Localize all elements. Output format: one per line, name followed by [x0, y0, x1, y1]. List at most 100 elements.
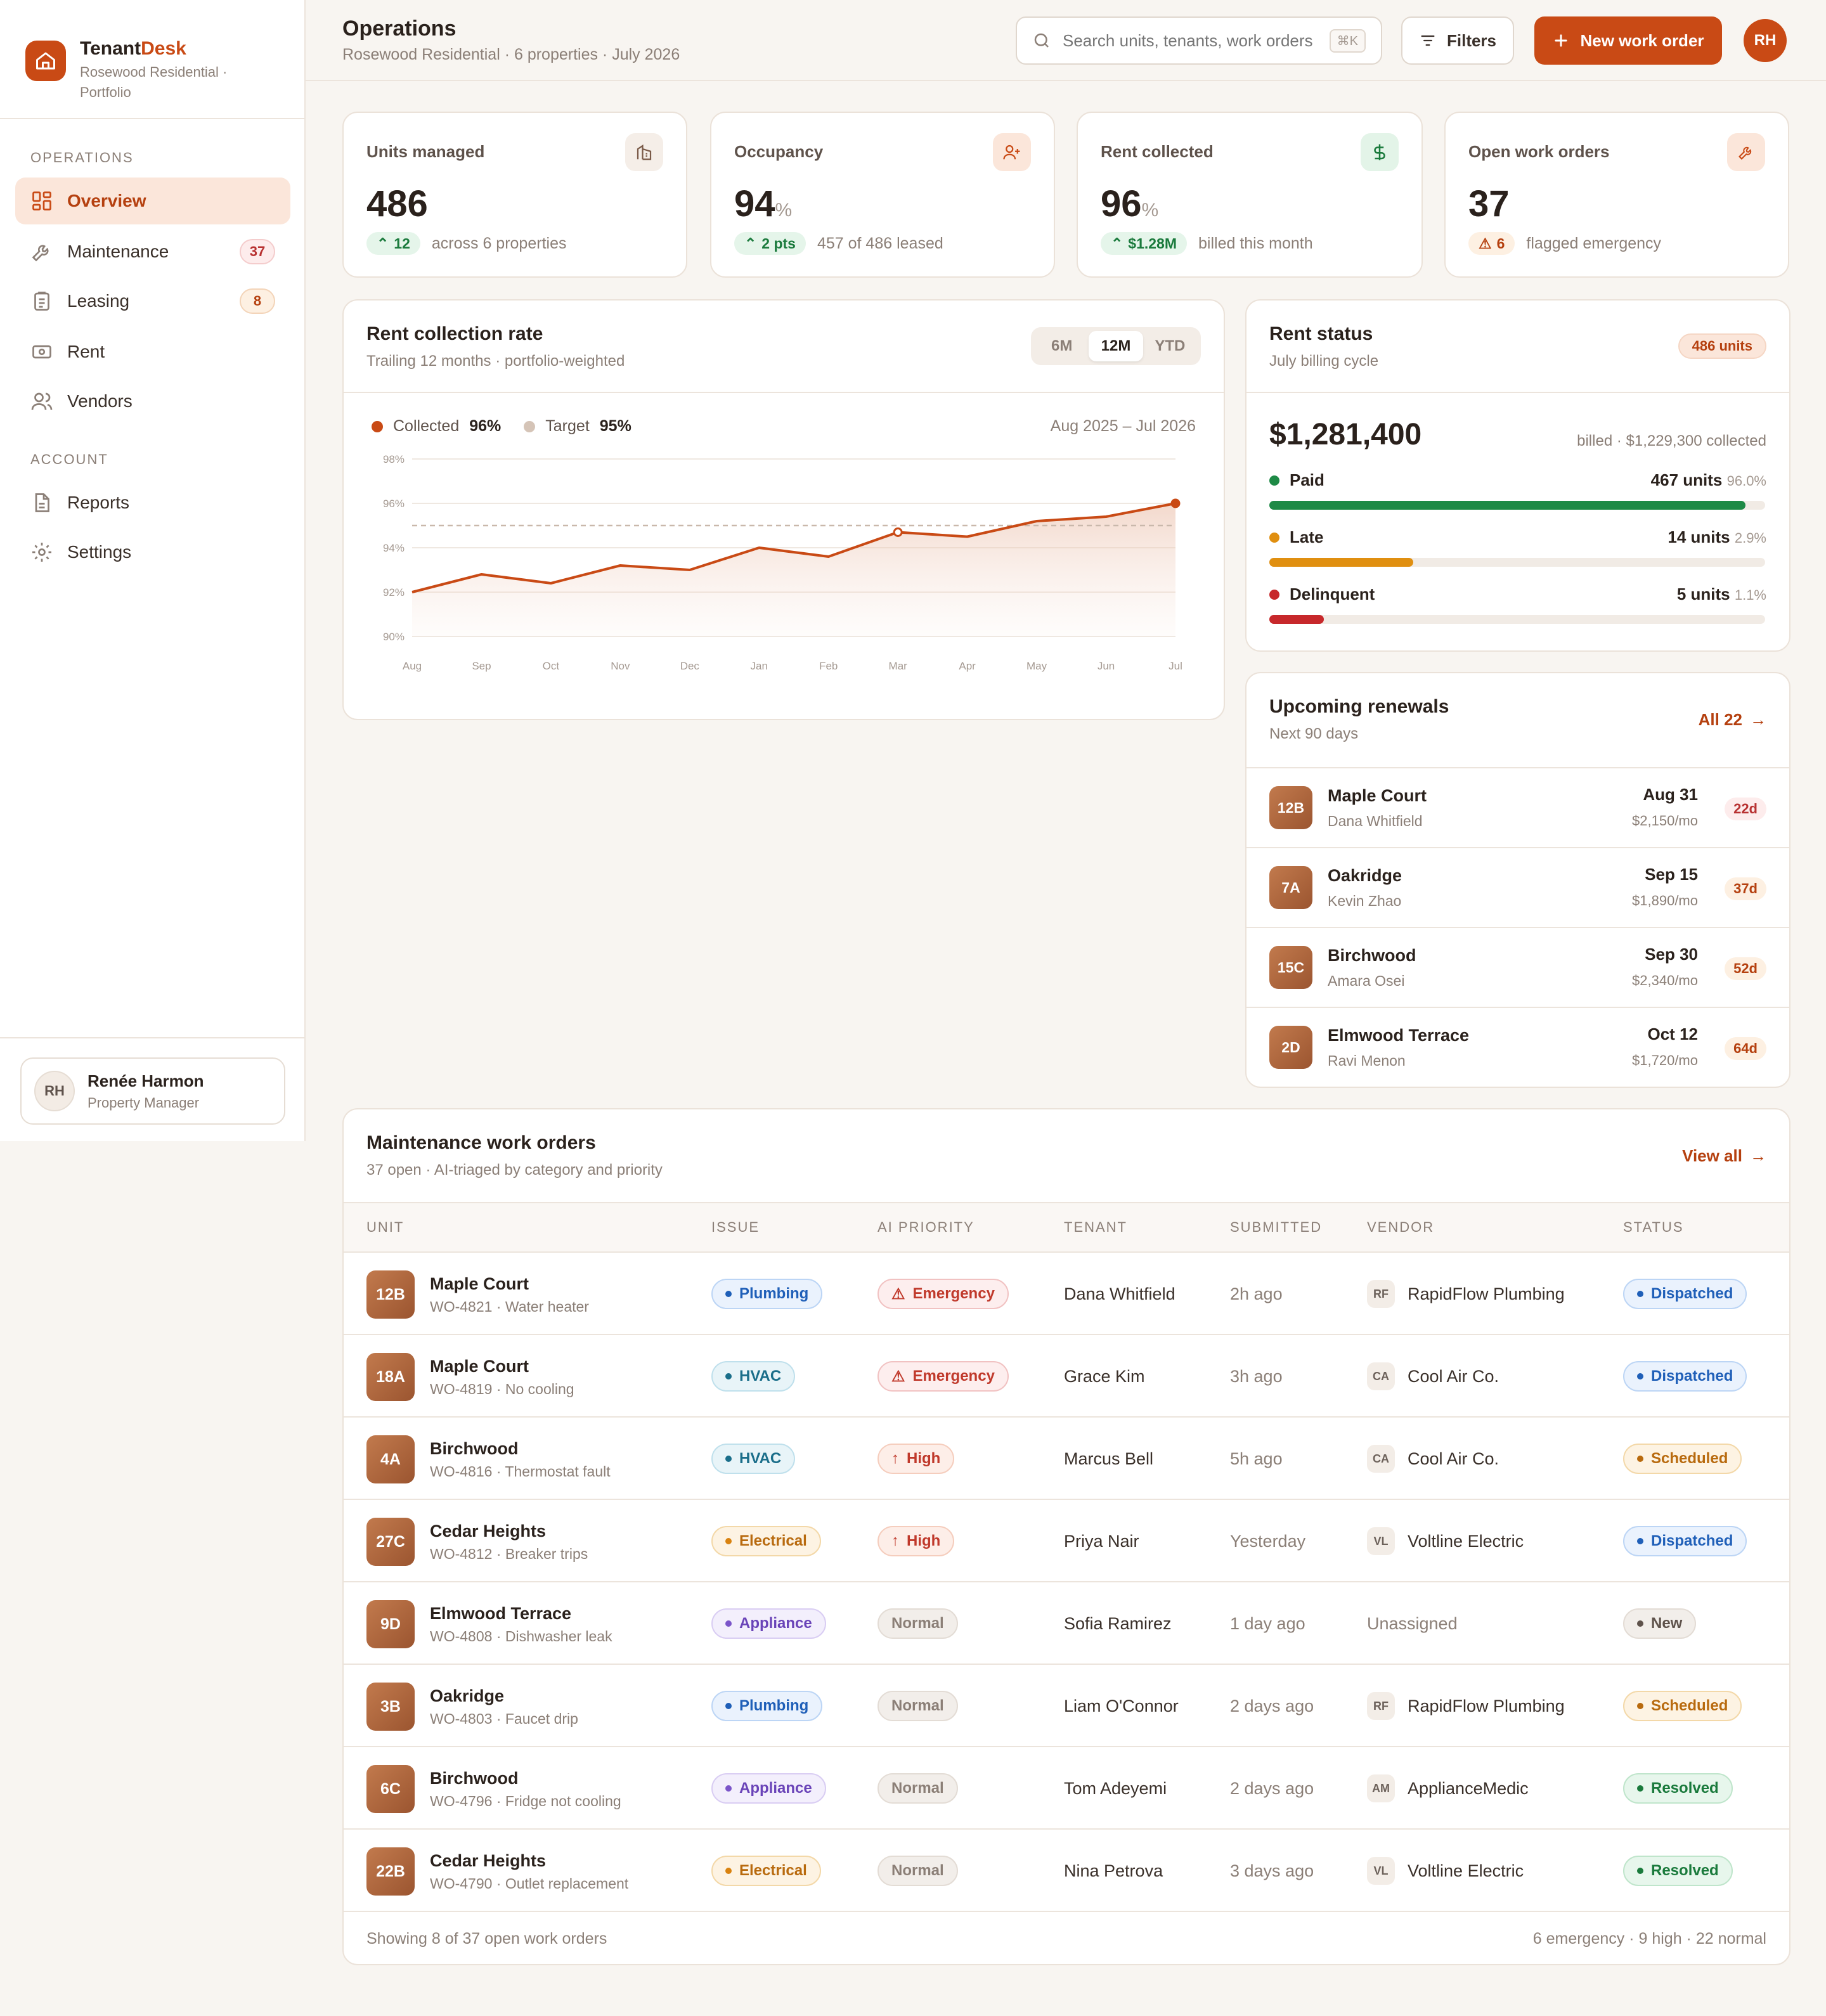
- legend-dot-target: [524, 420, 536, 432]
- new-work-order-button[interactable]: New work order: [1534, 16, 1722, 65]
- table-row[interactable]: 9D Elmwood Terrace WO-4808 · Dishwasher …: [344, 1581, 1789, 1664]
- cash-icon: [32, 345, 51, 359]
- status-bar-track-1: [1269, 558, 1765, 567]
- sidebar-item-label: Maintenance: [67, 242, 169, 261]
- user-footer: RH Renée Harmon Property Manager: [0, 1037, 304, 1141]
- sidebar-item-vendors[interactable]: Vendors: [15, 378, 290, 425]
- days-badge: 22d: [1725, 798, 1766, 820]
- category-pill: Appliance: [711, 1608, 826, 1639]
- wo-submitted: 2 days ago: [1230, 1696, 1314, 1716]
- table-row[interactable]: 3B Oakridge WO-4803 · Faucet drip Plumbi…: [344, 1664, 1789, 1746]
- wo-detail: WO-4796 · Fridge not cooling: [430, 1793, 621, 1809]
- wo-tenant: Tom Adeyemi: [1064, 1778, 1167, 1798]
- sidebar-item-overview[interactable]: Overview: [15, 178, 290, 224]
- clipboard-icon: [34, 292, 49, 311]
- table-row[interactable]: 22B Cedar Heights WO-4790 · Outlet repla…: [344, 1828, 1789, 1911]
- plus-icon: [1555, 34, 1568, 47]
- column-header-submitted: SUBMITTED: [1230, 1219, 1323, 1235]
- wo-tenant: Priya Nair: [1064, 1531, 1139, 1551]
- status-count-1: 14 units 2.9%: [1667, 527, 1766, 546]
- arrow-up-icon: ↑: [891, 1532, 899, 1549]
- status-label-0: Paid: [1269, 470, 1324, 490]
- vendor-initials: CA: [1367, 1445, 1395, 1473]
- vendor-name: Voltline Electric: [1408, 1531, 1524, 1551]
- status-pill: Resolved: [1623, 1856, 1733, 1886]
- rent-status-card: Rent status July billing cycle 486 units…: [1245, 299, 1790, 652]
- table-row[interactable]: 12B Maple Court WO-4821 · Water heater P…: [344, 1251, 1789, 1334]
- renewal-property: Elmwood Terrace: [1328, 1026, 1470, 1045]
- arrow-up-icon: ↑: [891, 1450, 899, 1467]
- renewal-tenant: Dana Whitfield: [1328, 813, 1423, 829]
- priority-pill: ↑ High: [877, 1444, 955, 1474]
- user-card[interactable]: RH Renée Harmon Property Manager: [20, 1057, 285, 1125]
- warning-icon: ⚠: [891, 1285, 905, 1303]
- sidebar-item-maintenance[interactable]: Maintenance 37: [15, 228, 290, 275]
- status-pill: Scheduled: [1623, 1691, 1742, 1721]
- table-row[interactable]: 18A Maple Court WO-4819 · No cooling HVA…: [344, 1334, 1789, 1416]
- wo-property: Maple Court: [430, 1274, 529, 1293]
- sidebar-item-reports[interactable]: Reports: [15, 479, 290, 526]
- kpi-label: Open work orders: [1468, 142, 1610, 161]
- user-avatar-menu[interactable]: RH: [1744, 19, 1787, 62]
- kpi-value: 37: [1468, 183, 1510, 224]
- wo-property: Birchwood: [430, 1769, 519, 1788]
- unit-badge: 7A: [1269, 866, 1312, 909]
- renewal-rent: $1,890/mo: [1632, 893, 1698, 908]
- wo-tenant: Sofia Ramirez: [1064, 1613, 1172, 1633]
- unit-badge: 9D: [366, 1600, 415, 1648]
- priority-pill: Normal: [877, 1773, 958, 1804]
- x-tick-label: Jun: [1098, 660, 1115, 672]
- sidebar-item-leasing[interactable]: Leasing 8: [15, 278, 290, 325]
- renewal-property: Birchwood: [1328, 946, 1416, 965]
- table-row[interactable]: 27C Cedar Heights WO-4812 · Breaker trip…: [344, 1499, 1789, 1581]
- renewal-row[interactable]: 15C Birchwood Amara Osei Sep 30 $2,340/m…: [1246, 927, 1789, 1007]
- y-tick-label: 94%: [383, 542, 405, 554]
- range-6m[interactable]: 6M: [1035, 331, 1089, 361]
- filter-icon: [1421, 35, 1435, 46]
- kpi-card-occupancy: Occupancy 94% ⌃ 2 pts 457 of 486 leased: [710, 112, 1055, 278]
- status-pill: Dispatched: [1623, 1361, 1747, 1392]
- card-title: Maintenance work orders: [366, 1132, 596, 1153]
- range-selector: 6M 12M YTD: [1031, 327, 1201, 365]
- table-row[interactable]: 4A Birchwood WO-4816 · Thermostat fault …: [344, 1416, 1789, 1499]
- x-tick-label: Aug: [403, 660, 422, 672]
- all-renewals-link[interactable]: All 22 →: [1699, 710, 1766, 730]
- nav-section-operations: OPERATIONS: [30, 150, 134, 165]
- renewal-rent: $1,720/mo: [1632, 1052, 1698, 1068]
- renewal-row[interactable]: 7A Oakridge Kevin Zhao Sep 15 $1,890/mo …: [1246, 847, 1789, 927]
- rent-total-note: billed · $1,229,300 collected: [1577, 432, 1766, 449]
- warning-icon: ⚠: [891, 1367, 905, 1385]
- table-row[interactable]: 6C Birchwood WO-4796 · Fridge not coolin…: [344, 1746, 1789, 1828]
- view-all-link[interactable]: View all →: [1682, 1146, 1766, 1166]
- unit-badge: 6C: [366, 1765, 415, 1813]
- unit-badge: 22B: [366, 1847, 415, 1896]
- renewal-row[interactable]: 12B Maple Court Dana Whitfield Aug 31 $2…: [1246, 767, 1789, 847]
- sidebar-item-settings[interactable]: Settings: [15, 529, 290, 576]
- renewal-row[interactable]: 2D Elmwood Terrace Ravi Menon Oct 12 $1,…: [1246, 1007, 1789, 1087]
- renewals-card: Upcoming renewals Next 90 days All 22 → 1…: [1245, 672, 1790, 1088]
- wrench-icon: [1727, 133, 1765, 171]
- filters-button[interactable]: Filters: [1401, 16, 1514, 65]
- x-tick-label: Dec: [680, 660, 700, 672]
- sidebar-item-label: Leasing: [67, 291, 130, 311]
- search-input[interactable]: [1063, 30, 1316, 51]
- search-icon: [1034, 33, 1049, 48]
- range-ytd[interactable]: YTD: [1143, 331, 1197, 361]
- vendor-name: Cool Air Co.: [1408, 1449, 1499, 1468]
- status-label-1: Late: [1269, 527, 1323, 547]
- wo-property: Maple Court: [430, 1357, 529, 1376]
- status-label-2: Delinquent: [1269, 585, 1375, 604]
- document-icon: [35, 493, 49, 512]
- sidebar-item-rent[interactable]: Rent: [15, 328, 290, 375]
- vendor-initials: RF: [1367, 1692, 1395, 1720]
- status-pill: Dispatched: [1623, 1526, 1747, 1556]
- search-box[interactable]: ⌘K: [1016, 16, 1382, 65]
- app-subtitle: Rosewood Residential · Portfolio: [80, 64, 228, 100]
- dollar-icon: [1361, 133, 1399, 171]
- collected-point: [1170, 498, 1181, 508]
- card-title: Upcoming renewals: [1269, 696, 1449, 717]
- range-12m[interactable]: 12M: [1089, 331, 1143, 361]
- kpi-card-rent: Rent collected 96% ⌃ $1.28M billed this mo…: [1077, 112, 1423, 278]
- kpi-label: Units managed: [366, 142, 485, 161]
- priority-pill: Normal: [877, 1608, 958, 1639]
